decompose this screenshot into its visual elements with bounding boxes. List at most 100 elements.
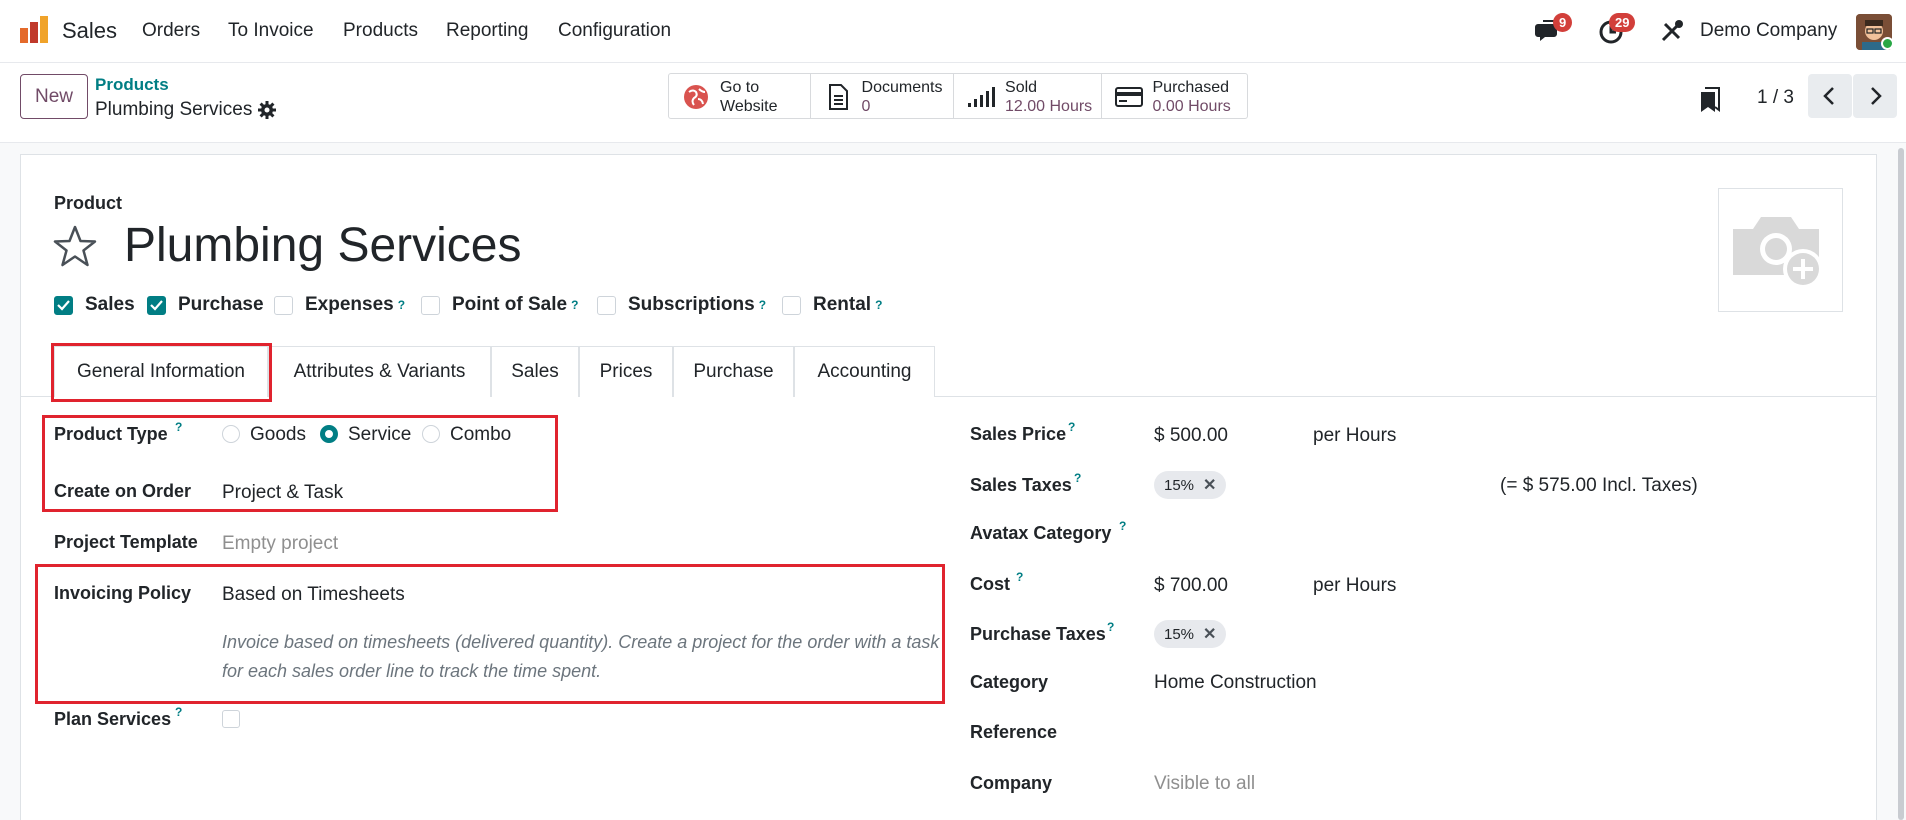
documents-label: Documents — [861, 79, 943, 96]
camera-plus-icon — [1733, 217, 1823, 289]
website-line1: Go to — [720, 79, 760, 96]
sold-value: 12.00 Hours — [1005, 98, 1093, 115]
sales-tax-tag[interactable]: 15% ✕ — [1154, 471, 1227, 499]
reference-label: Reference — [970, 722, 1058, 742]
pager-previous-button[interactable] — [1808, 74, 1852, 118]
expenses-checkbox-row[interactable]: Expenses ? — [274, 294, 405, 316]
cost-uom: per Hours — [1313, 575, 1397, 596]
purchase-tax-tag[interactable]: 15% ✕ — [1154, 620, 1227, 648]
tab-prices[interactable]: Prices — [579, 346, 673, 397]
tab-sales[interactable]: Sales — [491, 346, 579, 397]
activities-badge: 29 — [1609, 13, 1636, 32]
tab-attributes-variants[interactable]: Attributes & Variants — [268, 346, 491, 397]
help-tooltip-icon[interactable]: ? — [175, 705, 182, 719]
document-icon — [828, 84, 848, 110]
remove-tag-icon[interactable]: ✕ — [1203, 624, 1216, 644]
project-template-field[interactable]: Empty project — [222, 533, 338, 555]
bookmark-icon[interactable] — [1700, 87, 1720, 113]
highlight-general-information-tab — [51, 343, 272, 402]
tab-purchase[interactable]: Purchase — [673, 346, 794, 397]
purchased-button[interactable]: Purchased 0.00 Hours — [1102, 74, 1248, 118]
help-tooltip-icon[interactable]: ? — [398, 298, 405, 312]
purchased-label: Purchased — [1152, 79, 1230, 96]
product-name[interactable]: Plumbing Services — [124, 218, 522, 273]
sold-button[interactable]: Sold 12.00 Hours — [954, 74, 1102, 118]
menu-to-invoice[interactable]: To Invoice — [228, 20, 314, 42]
globe-icon — [684, 85, 708, 109]
smart-buttons: Go to Website Documents 0 Sold 12.00 Hou… — [668, 73, 1248, 119]
messages-badge: 9 — [1553, 13, 1573, 32]
breadcrumb-products[interactable]: Products — [95, 75, 169, 95]
sales-checkbox[interactable] — [54, 295, 73, 315]
highlight-invoicing-policy — [35, 564, 945, 704]
sales-price-label: Sales Price — [970, 424, 1067, 444]
documents-button[interactable]: Documents 0 — [811, 74, 955, 118]
expenses-checkbox-label: Expenses — [305, 294, 394, 315]
help-tooltip-icon[interactable]: ? — [1074, 471, 1081, 485]
plan-services-checkbox[interactable] — [222, 710, 240, 728]
menu-products[interactable]: Products — [343, 20, 418, 42]
rental-checkbox-row[interactable]: Rental ? — [782, 294, 882, 316]
category-label: Category — [970, 672, 1049, 692]
avatax-category-label: Avatax Category — [970, 523, 1112, 543]
credit-card-icon — [1114, 87, 1143, 107]
pos-checkbox-row[interactable]: Point of Sale ? — [421, 294, 578, 316]
purchased-value: 0.00 Hours — [1152, 98, 1231, 115]
help-tooltip-icon[interactable]: ? — [1119, 519, 1126, 533]
subscriptions-checkbox-row[interactable]: Subscriptions ? — [597, 294, 766, 316]
project-template-label: Project Template — [54, 532, 198, 552]
go-to-website-button[interactable]: Go to Website — [669, 74, 811, 118]
menu-reporting[interactable]: Reporting — [446, 20, 528, 42]
purchase-checkbox[interactable] — [147, 295, 166, 315]
pager-next-button[interactable] — [1853, 74, 1897, 118]
signal-bars-icon — [968, 87, 996, 107]
chevron-left-icon — [1823, 87, 1834, 105]
new-button[interactable]: New — [20, 74, 88, 119]
sales-app-icon[interactable] — [20, 15, 50, 45]
product-label: Product — [54, 193, 123, 213]
chevron-right-icon — [1871, 87, 1882, 105]
product-image[interactable] — [1718, 188, 1843, 312]
sold-label: Sold — [1005, 79, 1038, 96]
menu-orders[interactable]: Orders — [142, 20, 200, 42]
scrollbar[interactable] — [1898, 148, 1904, 820]
control-panel: New Products Plumbing Services Go to Web… — [0, 63, 1906, 143]
expenses-checkbox[interactable] — [274, 295, 293, 315]
tools-icon[interactable] — [1657, 16, 1687, 46]
subscriptions-checkbox[interactable] — [597, 295, 616, 315]
favorite-star-icon[interactable] — [52, 224, 98, 270]
cost-field[interactable]: $ 700.00 — [1154, 575, 1228, 597]
plan-services-label: Plan Services — [54, 709, 172, 729]
rental-checkbox-label: Rental — [813, 294, 872, 315]
company-switcher[interactable]: Demo Company — [1700, 20, 1837, 42]
website-line2: Website — [720, 98, 778, 115]
sales-tax-tag-label: 15% — [1164, 476, 1195, 494]
pos-checkbox[interactable] — [421, 295, 440, 315]
online-status-dot — [1881, 37, 1894, 50]
gear-icon[interactable] — [257, 100, 277, 120]
help-tooltip-icon[interactable]: ? — [1016, 570, 1023, 584]
remove-tag-icon[interactable]: ✕ — [1203, 475, 1216, 495]
purchase-checkbox-row[interactable]: Purchase — [147, 294, 264, 316]
help-tooltip-icon[interactable]: ? — [571, 298, 578, 312]
pos-checkbox-label: Point of Sale — [452, 294, 568, 315]
company-label: Company — [970, 773, 1053, 793]
highlight-product-type-create-on-order — [42, 415, 558, 512]
subscriptions-checkbox-label: Subscriptions — [628, 294, 755, 315]
company-field[interactable]: Visible to all — [1154, 773, 1255, 795]
help-tooltip-icon[interactable]: ? — [1107, 620, 1114, 634]
app-name[interactable]: Sales — [62, 18, 117, 44]
help-tooltip-icon[interactable]: ? — [1068, 420, 1075, 434]
sales-taxes-label: Sales Taxes — [970, 475, 1072, 495]
help-tooltip-icon[interactable]: ? — [759, 298, 766, 312]
tab-accounting[interactable]: Accounting — [794, 346, 935, 397]
menu-configuration[interactable]: Configuration — [558, 20, 671, 42]
sales-checkbox-row[interactable]: Sales — [54, 294, 135, 316]
breadcrumb-current: Plumbing Services — [95, 99, 253, 120]
category-field[interactable]: Home Construction — [1154, 672, 1317, 694]
pager-value[interactable]: 1 / 3 — [1757, 87, 1794, 109]
rental-checkbox[interactable] — [782, 295, 801, 315]
purchase-checkbox-label: Purchase — [178, 294, 264, 315]
sales-price-field[interactable]: $ 500.00 — [1154, 425, 1228, 447]
help-tooltip-icon[interactable]: ? — [875, 298, 882, 312]
